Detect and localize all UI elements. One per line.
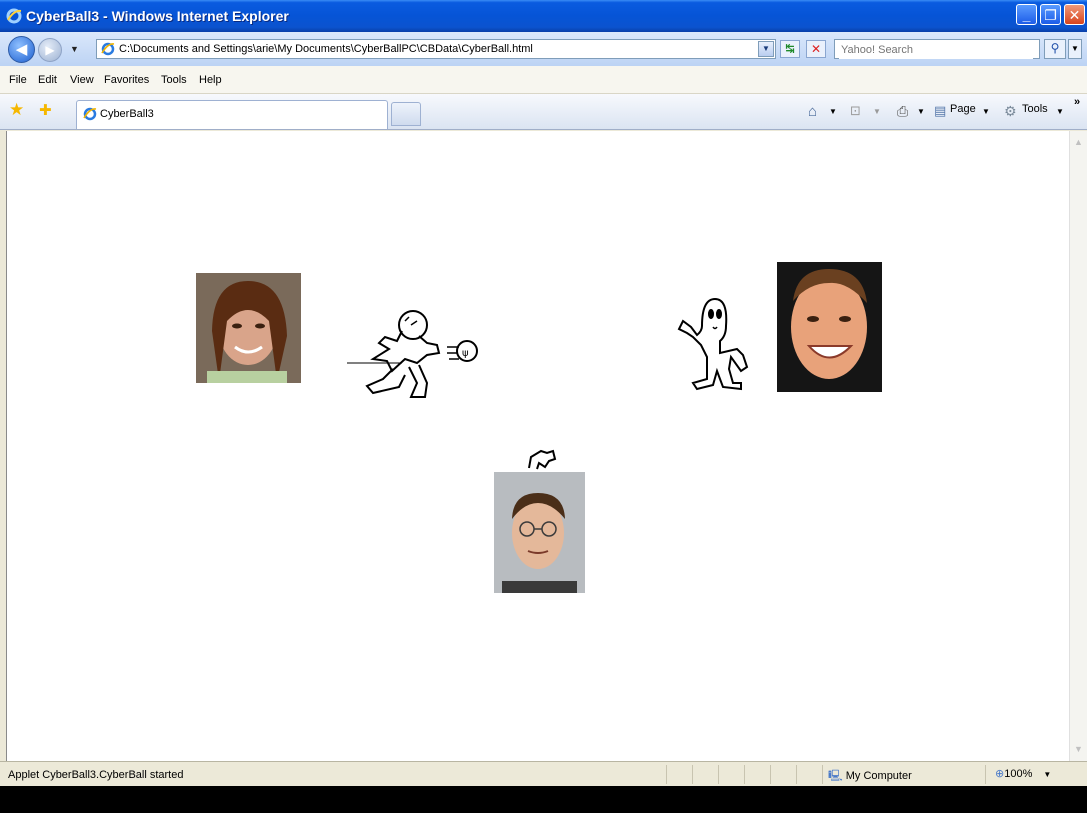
history-dropdown-icon[interactable]: ▼ <box>70 44 79 54</box>
home-dropdown-icon[interactable]: ▼ <box>829 107 837 116</box>
status-divider <box>822 765 823 784</box>
svg-text:ψ: ψ <box>462 348 469 359</box>
status-divider <box>985 765 986 784</box>
forward-arrow-icon: ▶ <box>45 43 55 57</box>
status-divider <box>666 765 667 784</box>
feeds-dropdown-icon: ▼ <box>873 107 881 116</box>
favorites-star-icon[interactable]: ★ <box>9 100 24 120</box>
page-menu-button[interactable]: Page <box>950 103 976 115</box>
tools-menu-button[interactable]: Tools <box>1022 103 1048 115</box>
address-url[interactable]: C:\Documents and Settings\arie\My Docume… <box>119 43 533 55</box>
refresh-button[interactable]: ↹ <box>780 40 800 58</box>
zone-label: My Computer <box>845 770 912 782</box>
status-divider <box>718 765 719 784</box>
add-favorites-icon[interactable]: ✚ <box>39 101 52 119</box>
status-divider <box>796 765 797 784</box>
window-title: CyberBall3 - Windows Internet Explorer <box>26 8 289 24</box>
address-toolbar: ◀ ▶ ▼ C:\Documents and Settings\arie\My … <box>0 32 1087 66</box>
menu-file[interactable]: File <box>9 74 27 86</box>
tab-label: CyberBall3 <box>100 108 154 120</box>
print-dropdown-icon[interactable]: ▼ <box>917 107 925 116</box>
tools-gear-icon: ⚙ <box>1004 103 1017 119</box>
maximize-button[interactable]: ❐ <box>1040 4 1061 25</box>
search-button[interactable]: ⚲ <box>1044 39 1066 59</box>
search-icon: ⚲ <box>1050 41 1060 55</box>
scroll-down-icon[interactable]: ▼ <box>1071 742 1086 757</box>
ie-logo-icon <box>6 8 22 24</box>
vertical-scrollbar[interactable]: ▲ ▼ <box>1069 131 1087 761</box>
menu-edit[interactable]: Edit <box>38 74 57 86</box>
status-bar: Applet CyberBall3.CyberBall started 🖳 My… <box>0 761 1087 787</box>
home-icon[interactable]: ⌂ <box>808 103 817 120</box>
search-input[interactable] <box>839 41 1033 59</box>
status-text: Applet CyberBall3.CyberBall started <box>8 769 184 781</box>
browser-window: CyberBall3 - Windows Internet Explorer _… <box>0 0 1087 787</box>
bottom-player-photo[interactable] <box>494 472 585 593</box>
right-player-figure <box>677 297 749 391</box>
address-bar[interactable]: C:\Documents and Settings\arie\My Docume… <box>96 39 776 59</box>
forward-button[interactable]: ▶ <box>38 38 62 62</box>
address-dropdown-button[interactable]: ▼ <box>758 41 774 57</box>
left-player-figure: ψ <box>347 310 478 398</box>
back-arrow-icon: ◀ <box>15 41 28 58</box>
minimize-button[interactable]: _ <box>1016 4 1037 25</box>
status-divider <box>692 765 693 784</box>
computer-icon: 🖳 <box>828 770 843 782</box>
search-box[interactable] <box>834 39 1040 59</box>
tools-dropdown-icon[interactable]: ▼ <box>1056 107 1064 116</box>
status-divider <box>744 765 745 784</box>
ie-page-icon <box>101 42 115 56</box>
menu-favorites[interactable]: Favorites <box>104 74 149 86</box>
bottom-player-hand <box>528 449 557 470</box>
zoom-control[interactable]: ⊕100% ▼ <box>995 767 1051 780</box>
left-player-photo[interactable] <box>196 273 301 383</box>
zoom-dropdown-icon[interactable]: ▼ <box>1043 770 1051 779</box>
scroll-up-icon[interactable]: ▲ <box>1071 135 1086 150</box>
tab-bar: ★ ✚ CyberBall3 ⌂ ▼ ⊡ ▼ ⎙ ▼ ▤ Page ▼ ⚙ To… <box>0 94 1087 130</box>
feeds-icon[interactable]: ⊡ <box>850 103 861 119</box>
new-tab-button[interactable] <box>391 102 421 126</box>
screen-bottom <box>0 786 1087 813</box>
tab-cyberball3[interactable]: CyberBall3 <box>76 100 388 129</box>
search-options-button[interactable]: ▼ <box>1068 39 1082 59</box>
chevron-more-icon[interactable]: » <box>1074 96 1080 108</box>
security-zone[interactable]: 🖳 My Computer <box>828 767 912 786</box>
cyberball-applet: ψ <box>196 262 882 593</box>
menu-view[interactable]: View <box>70 74 94 86</box>
right-player-photo[interactable] <box>777 262 882 392</box>
print-icon[interactable]: ⎙ <box>897 103 908 120</box>
status-divider <box>770 765 771 784</box>
page-content: ψ <box>6 131 1070 761</box>
page-icon: ▤ <box>934 103 947 118</box>
menu-bar: File Edit View Favorites Tools Help <box>0 66 1087 94</box>
zoom-label: 100% <box>1004 768 1033 780</box>
ie-tab-icon <box>83 107 97 121</box>
title-bar: CyberBall3 - Windows Internet Explorer _… <box>0 0 1087 32</box>
zoom-icon: ⊕ <box>995 768 1005 780</box>
back-button[interactable]: ◀ <box>8 36 35 63</box>
stop-button[interactable]: ✕ <box>806 40 826 58</box>
menu-help[interactable]: Help <box>199 74 222 86</box>
close-button[interactable]: ✕ <box>1064 4 1085 25</box>
page-dropdown-icon[interactable]: ▼ <box>982 107 990 116</box>
menu-tools[interactable]: Tools <box>161 74 187 86</box>
